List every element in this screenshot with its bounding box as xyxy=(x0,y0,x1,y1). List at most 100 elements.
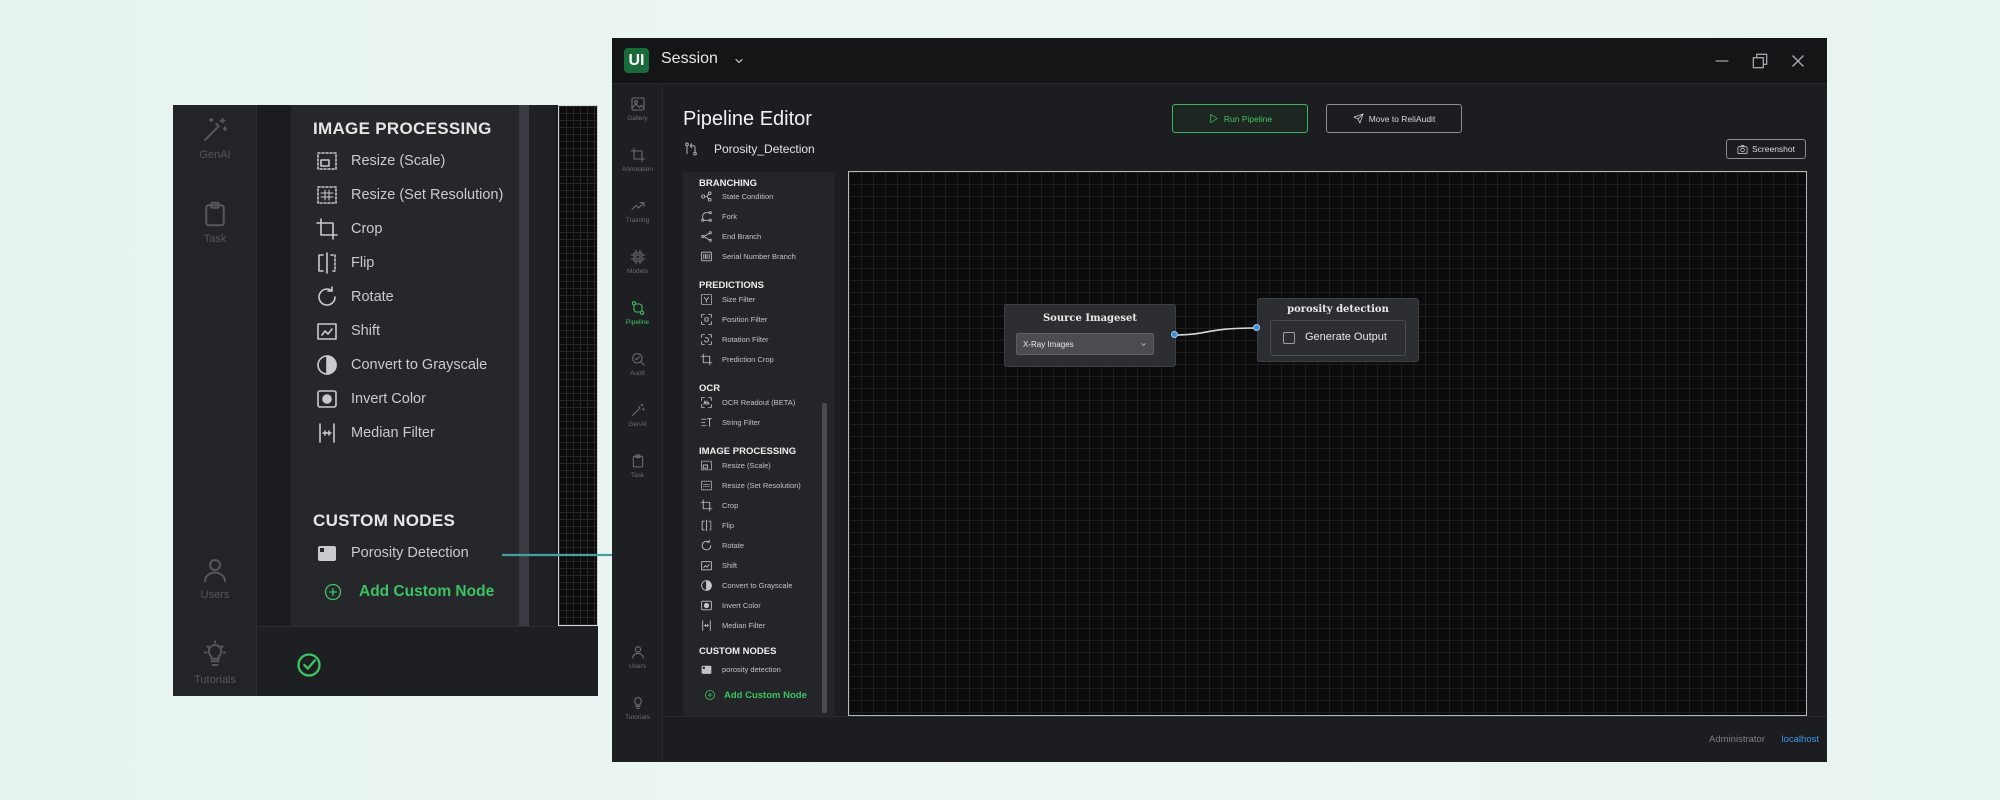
node-panel-scrollbar[interactable] xyxy=(822,403,827,713)
zoom-item-resize-scale[interactable]: Resize (Scale) xyxy=(315,147,445,175)
node-median-filter[interactable]: Median Filter xyxy=(700,618,765,632)
nav-pipeline[interactable]: Pipeline xyxy=(612,300,663,326)
zoom-rail-item-users[interactable]: Users xyxy=(173,555,257,601)
node-prediction-crop[interactable]: Prediction Crop xyxy=(700,352,774,366)
chevron-down-icon xyxy=(1141,343,1146,346)
node-resize-resolution[interactable]: Resize (Set Resolution) xyxy=(700,478,801,492)
status-user: Administrator xyxy=(1709,734,1765,745)
pipeline-name[interactable]: Porosity_Detection xyxy=(714,142,815,156)
node-title: Source Imageset xyxy=(1042,313,1138,324)
zoom-rail-item-genai[interactable]: GenAI xyxy=(173,115,257,161)
node-title: porosity detection xyxy=(1287,304,1389,315)
fork-icon xyxy=(701,210,712,222)
nav-gallery[interactable]: Gallery xyxy=(612,96,663,122)
porosity-detection-node[interactable]: porosity detection Generate Output xyxy=(1257,298,1419,362)
grayscale-icon xyxy=(317,355,337,375)
generate-output-checkbox[interactable] xyxy=(1283,332,1295,344)
check-circle-icon[interactable] xyxy=(295,651,323,679)
nav-task[interactable]: Task xyxy=(612,453,663,479)
restore-icon[interactable] xyxy=(1750,51,1770,71)
crop-icon xyxy=(700,499,713,511)
zoom-item-median-filter[interactable]: Median Filter xyxy=(315,419,435,447)
zoom-item-crop[interactable]: Crop xyxy=(315,215,382,243)
heading-ocr: OCR xyxy=(699,383,721,394)
nav-tutorials[interactable]: Tutorials xyxy=(612,695,663,721)
node-resize-scale[interactable]: Resize (Scale) xyxy=(700,458,771,472)
zoom-item-invert-color[interactable]: Invert Color xyxy=(315,385,426,413)
app-window: UI Session Gallery Annotation Training M… xyxy=(612,38,1827,762)
minimize-icon[interactable] xyxy=(1712,51,1732,71)
node-crop[interactable]: Crop xyxy=(700,498,738,512)
zoom-item-rotate[interactable]: Rotate xyxy=(315,283,394,311)
position-filter-icon xyxy=(701,313,712,325)
node-porosity-detection[interactable]: porosity detection xyxy=(700,662,781,676)
rotation-filter-icon xyxy=(701,333,712,345)
heading-predictions: PREDICTIONS xyxy=(699,280,764,291)
nav-annotation[interactable]: Annotation xyxy=(612,147,663,173)
node-position-filter[interactable]: Position Filter xyxy=(700,312,767,326)
heading-branching: BRANCHING xyxy=(699,178,758,189)
end-branch-icon xyxy=(701,230,712,242)
generate-output-label: Generate Output xyxy=(1305,331,1387,343)
state-condition-icon xyxy=(701,190,712,202)
zoom-item-grayscale[interactable]: Convert to Grayscale xyxy=(315,351,487,379)
add-custom-node-button[interactable]: Add Custom Node xyxy=(704,689,807,701)
node-flip[interactable]: Flip xyxy=(700,518,734,532)
nav-audit[interactable]: Audit xyxy=(612,351,663,377)
zoom-item-flip[interactable]: Flip xyxy=(315,249,374,277)
zoom-heading-custom-nodes: CUSTOM NODES xyxy=(313,511,456,530)
node-ocr-readout[interactable]: OCR Readout (BETA) xyxy=(700,395,795,409)
move-to-reliaudit-button[interactable]: Move to ReliAudit xyxy=(1326,104,1462,133)
resize-scale-icon xyxy=(701,460,712,470)
node-end-branch[interactable]: End Branch xyxy=(700,229,761,243)
audit-icon xyxy=(631,353,645,366)
page-title: Pipeline Editor xyxy=(683,108,812,130)
source-imageset-node[interactable]: Source Imageset X-Ray Images xyxy=(1004,304,1176,367)
branch-icon xyxy=(685,142,697,156)
node-rotate[interactable]: Rotate xyxy=(700,538,744,552)
run-pipeline-button[interactable]: Run Pipeline xyxy=(1172,104,1308,133)
imageset-select[interactable]: X-Ray Images xyxy=(1016,333,1154,355)
custom-node-icon xyxy=(701,665,712,674)
image-icon xyxy=(630,97,645,111)
crop-icon xyxy=(316,218,338,240)
node-rotation-filter[interactable]: Rotation Filter xyxy=(700,332,769,346)
output-port[interactable] xyxy=(1171,331,1178,338)
crop-icon xyxy=(700,353,713,365)
screenshot-button[interactable]: Screenshot xyxy=(1726,139,1806,159)
clipboard-icon xyxy=(205,201,225,227)
string-filter-icon xyxy=(701,417,712,427)
nav-models[interactable]: Models xyxy=(612,249,663,275)
rotate-icon xyxy=(701,539,712,550)
node-size-filter[interactable]: Size Filter xyxy=(700,292,755,306)
node-connection xyxy=(1174,327,1257,336)
nav-users[interactable]: Users xyxy=(612,644,663,670)
node-string-filter[interactable]: String Filter xyxy=(700,415,760,429)
zoom-item-shift[interactable]: Shift xyxy=(315,317,380,345)
magic-wand-icon xyxy=(631,403,645,416)
size-filter-icon xyxy=(701,293,712,305)
zoom-item-resize-resolution[interactable]: Resize (Set Resolution) xyxy=(315,181,503,209)
zoom-item-porosity-detection[interactable]: Porosity Detection xyxy=(315,539,469,567)
node-invert-color[interactable]: Invert Color xyxy=(700,598,761,612)
session-title[interactable]: Session xyxy=(661,50,718,68)
clipboard-icon xyxy=(632,454,643,468)
zoom-add-custom-node-button[interactable]: Add Custom Node xyxy=(323,578,494,606)
nav-training[interactable]: Training xyxy=(612,198,663,224)
zoom-rail-item-task[interactable]: Task xyxy=(173,199,257,245)
close-icon[interactable] xyxy=(1788,51,1808,71)
pipeline-canvas[interactable]: Source Imageset X-Ray Images porosity de… xyxy=(848,171,1807,716)
flip-icon xyxy=(701,519,712,531)
zoom-rail-item-tutorials[interactable]: Tutorials xyxy=(173,640,257,686)
node-serial-number-branch[interactable]: Serial Number Branch xyxy=(700,249,796,263)
node-grayscale[interactable]: Convert to Grayscale xyxy=(700,578,792,592)
resize-scale-icon xyxy=(317,152,337,170)
status-host-link[interactable]: localhost xyxy=(1782,734,1820,745)
chevron-down-icon[interactable] xyxy=(733,55,745,67)
nav-genai[interactable]: GenAI xyxy=(612,402,663,428)
crop-icon xyxy=(630,147,645,163)
node-state-condition[interactable]: State Condition xyxy=(700,189,773,203)
node-shift[interactable]: Shift xyxy=(700,558,737,572)
node-fork[interactable]: Fork xyxy=(700,209,737,223)
input-port[interactable] xyxy=(1253,324,1260,331)
